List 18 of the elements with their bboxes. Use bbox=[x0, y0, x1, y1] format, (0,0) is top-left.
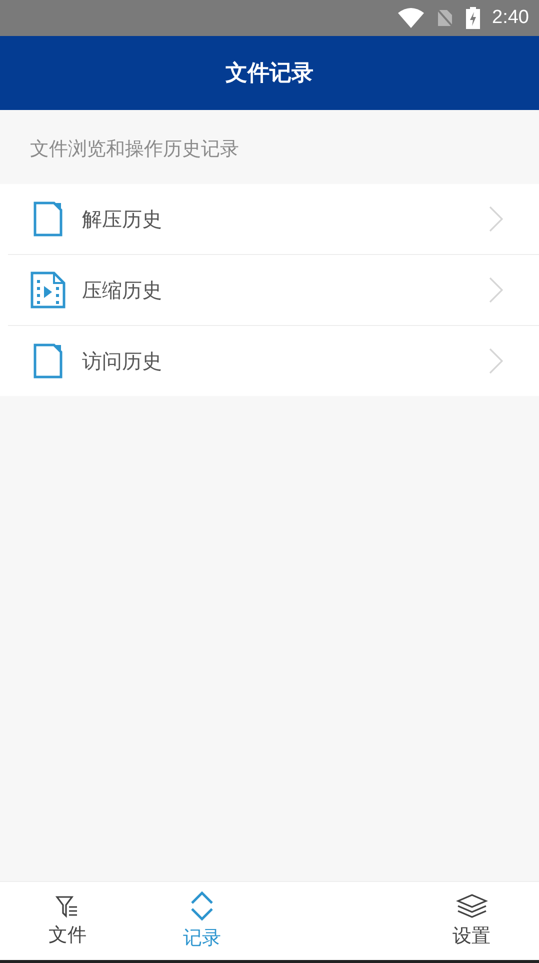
tab[interactable]: 文件 bbox=[0, 882, 135, 960]
status-time: 2:40 bbox=[492, 7, 529, 29]
no-sim-icon bbox=[436, 8, 454, 28]
video-file-icon bbox=[30, 271, 66, 309]
battery-icon bbox=[466, 7, 480, 29]
tab[interactable]: 设置 bbox=[404, 882, 539, 960]
list-item[interactable]: 解压历史 bbox=[0, 184, 539, 254]
list-item[interactable]: 访问历史 bbox=[0, 326, 539, 396]
chevron-right-icon bbox=[489, 277, 503, 303]
page-title: 文件记录 bbox=[226, 60, 314, 88]
chevron-right-icon bbox=[489, 348, 503, 374]
chevron-up-down-icon bbox=[190, 891, 214, 921]
layers-icon bbox=[456, 893, 488, 919]
section-caption: 文件浏览和操作历史记录 bbox=[29, 137, 240, 162]
filter-icon bbox=[55, 894, 80, 918]
list-item[interactable]: 压缩历史 bbox=[0, 255, 539, 325]
chevron-right-icon bbox=[489, 206, 503, 232]
wifi-icon bbox=[398, 8, 424, 28]
